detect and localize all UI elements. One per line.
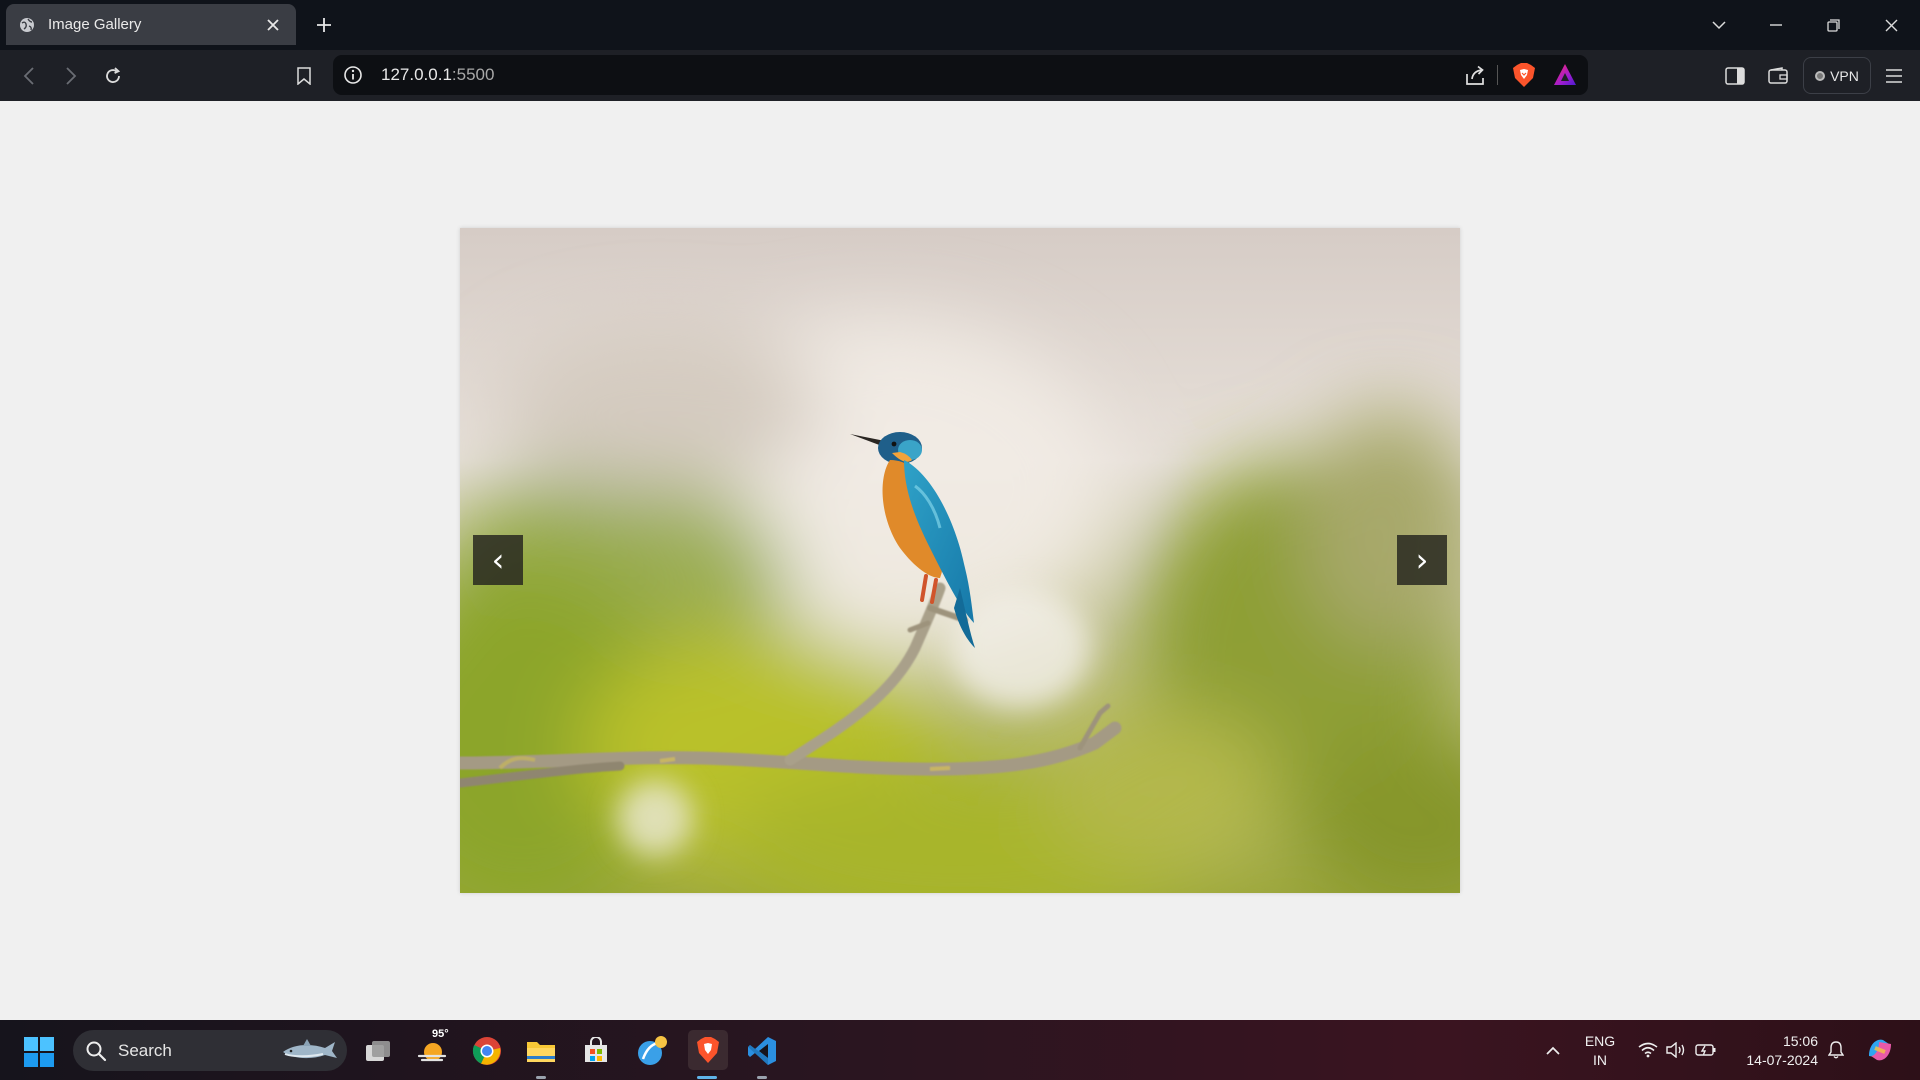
tab-strip: Image Gallery bbox=[0, 0, 1920, 50]
minimize-button[interactable] bbox=[1753, 0, 1799, 50]
brave-shields-icon[interactable] bbox=[1511, 62, 1537, 88]
tab-image-gallery[interactable]: Image Gallery bbox=[6, 4, 296, 45]
url-port: :5500 bbox=[451, 65, 495, 84]
input-language-indicator[interactable]: ENG IN bbox=[1582, 1032, 1618, 1070]
next-image-button[interactable]: › bbox=[1397, 535, 1447, 585]
tab-search-chevron-icon[interactable] bbox=[1696, 0, 1742, 50]
vpn-button[interactable]: VPN bbox=[1803, 57, 1871, 94]
taskbar-clock[interactable]: 15:06 14-07-2024 bbox=[1732, 1032, 1818, 1070]
search-icon bbox=[85, 1040, 107, 1062]
windows-taskbar: Search 95° ENG IN 15:06 14-07-2024 bbox=[0, 1020, 1920, 1080]
new-tab-button[interactable] bbox=[310, 11, 338, 39]
address-bar[interactable]: 127.0.0.1:5500 bbox=[333, 55, 1588, 95]
file-explorer-running-indicator bbox=[536, 1076, 546, 1079]
url-host: 127.0.0.1 bbox=[381, 65, 452, 84]
brave-active-indicator bbox=[697, 1076, 717, 1079]
globe-icon bbox=[18, 16, 36, 34]
windows-start-icon[interactable] bbox=[24, 1037, 54, 1067]
forward-button[interactable] bbox=[56, 61, 86, 91]
notification-bell-icon[interactable] bbox=[1824, 1020, 1848, 1080]
vpn-status-icon bbox=[1815, 70, 1826, 81]
bookmark-button[interactable] bbox=[289, 61, 319, 91]
microsoft-store-icon[interactable] bbox=[578, 1033, 614, 1069]
close-tab-icon[interactable] bbox=[262, 14, 284, 36]
clock-date: 14-07-2024 bbox=[1746, 1052, 1818, 1068]
language-code: ENG bbox=[1584, 1033, 1616, 1049]
task-view-icon[interactable] bbox=[360, 1033, 396, 1069]
share-icon[interactable] bbox=[1463, 64, 1487, 88]
vscode-icon[interactable] bbox=[744, 1033, 780, 1069]
close-window-button[interactable] bbox=[1868, 0, 1914, 50]
sidebar-toggle-icon[interactable] bbox=[1720, 61, 1750, 91]
site-info-icon[interactable] bbox=[343, 65, 363, 85]
tab-title: Image Gallery bbox=[48, 16, 142, 33]
chrome-icon[interactable] bbox=[469, 1033, 505, 1069]
search-highlight-shark-icon bbox=[279, 1038, 339, 1064]
weather-temperature: 95° bbox=[432, 1028, 449, 1040]
show-hidden-icons-chevron-icon[interactable] bbox=[1538, 1020, 1568, 1080]
copilot-pro-helper-icon[interactable] bbox=[634, 1033, 670, 1069]
copilot-icon[interactable] bbox=[1862, 1020, 1898, 1080]
wifi-icon[interactable] bbox=[1636, 1020, 1660, 1080]
vscode-running-indicator bbox=[757, 1076, 767, 1079]
search-label: Search bbox=[118, 1041, 172, 1060]
volume-icon[interactable] bbox=[1664, 1020, 1688, 1080]
restore-button[interactable] bbox=[1810, 0, 1856, 50]
reload-button[interactable] bbox=[98, 61, 128, 91]
previous-image-button[interactable]: ‹ bbox=[473, 535, 523, 585]
gallery-image-kingfisher bbox=[460, 228, 1460, 893]
taskbar-search-box[interactable]: Search bbox=[73, 1030, 347, 1071]
wallet-icon[interactable] bbox=[1763, 61, 1793, 91]
back-button[interactable] bbox=[14, 61, 44, 91]
file-explorer-icon[interactable] bbox=[523, 1033, 559, 1069]
brave-taskbar-icon[interactable] bbox=[688, 1030, 728, 1070]
brave-rewards-icon[interactable] bbox=[1553, 63, 1577, 87]
url-text: 127.0.0.1:5500 bbox=[381, 65, 494, 85]
vpn-label: VPN bbox=[1830, 67, 1859, 84]
clock-time: 15:06 bbox=[1782, 1033, 1818, 1049]
battery-charging-icon[interactable] bbox=[1694, 1020, 1718, 1080]
toolbar-divider bbox=[1497, 65, 1498, 85]
menu-hamburger-icon[interactable] bbox=[1879, 61, 1909, 91]
region-code: IN bbox=[1593, 1052, 1607, 1068]
image-gallery-slider: ‹ › bbox=[460, 228, 1460, 893]
browser-toolbar: 127.0.0.1:5500 VPN bbox=[0, 50, 1920, 101]
